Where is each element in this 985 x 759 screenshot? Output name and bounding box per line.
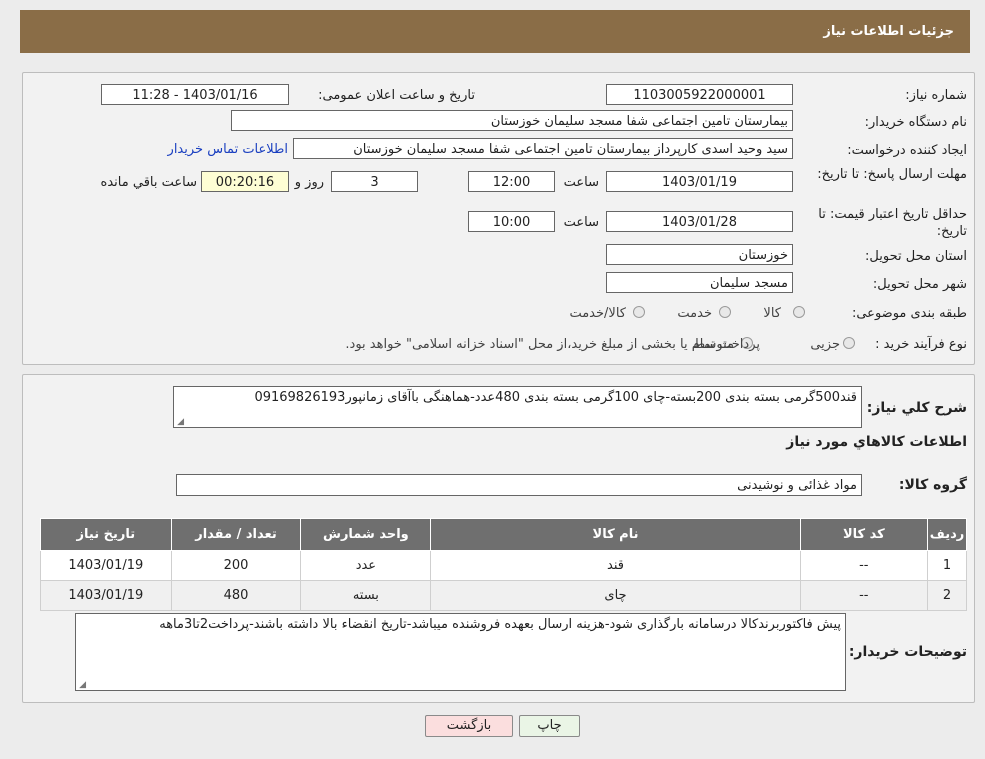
days-label: روز و [294,175,324,190]
buyer-notes-text: پیش فاکتوربرندکالا درسامانه بارگذاری شود… [159,617,841,632]
process-treasury-note: پرداخت تمام یا بخشی از مبلغ خرید،از محل … [345,337,760,352]
category-option-goods: کالا [763,306,781,321]
product-group-field: مواد غذائی و نوشیدنی [176,474,862,496]
description-textarea[interactable]: قند500گرمی بسته بندی 200بسته-چای 100گرمی… [173,386,862,428]
process-label: نوع فرآیند خرید : [875,337,967,352]
reply-deadline-label: مهلت ارسال پاسخ: تا تاریخ: [817,167,967,182]
back-button[interactable]: بازگشت [425,715,513,737]
creator-label: ایجاد کننده درخواست: [847,143,967,158]
need-number-field: 1103005922000001 [606,84,793,105]
city-label: شهر محل تحویل: [872,277,967,292]
product-group-label: گروه کالا: [898,477,967,493]
announce-label: تاریخ و ساعت اعلان عمومی: [318,88,475,103]
category-radio-goods-service[interactable] [633,306,645,318]
reply-time-field: 12:00 [468,171,555,192]
process-radio-minor[interactable] [843,337,855,349]
col-qty: تعداد / مقدار [170,518,302,551]
reply-date-field: 1403/01/19 [606,171,793,192]
col-code: کد کالا [799,518,928,551]
cell-date: 1403/01/19 [40,580,172,611]
creator-field: سید وحید اسدی کارپرداز بیمارستان تامین ا… [293,138,793,159]
cell-row: 1 [926,550,968,581]
print-button[interactable]: چاپ [519,715,580,737]
remaining-label: ساعت باقي مانده [100,175,197,190]
resize-grip-icon[interactable]: ◢ [78,681,86,690]
cell-qty: 480 [170,580,302,611]
col-unit: واحد شمارش [300,518,432,551]
remaining-time-field: 00:20:16 [201,171,289,192]
price-time-label: ساعت [563,215,599,230]
buyer-org-label: نام دستگاه خریدار: [864,115,967,130]
cell-name: قند [430,550,801,581]
description-label: شرح کلي نياز: [866,400,967,416]
table-row: 1403/01/19 480 بسته چای -- 2 [40,580,968,611]
cell-row: 2 [926,580,968,611]
col-row: ردیف [926,518,968,551]
price-validity-label: حداقل تاریخ اعتبار قیمت: تا تاریخ: [818,207,967,239]
province-field: خوزستان [606,244,793,265]
category-option-goods-service: کالا/خدمت [569,306,626,321]
reply-time-label: ساعت [563,175,599,190]
cell-unit: بسته [300,580,432,611]
description-text: قند500گرمی بسته بندی 200بسته-چای 100گرمی… [254,390,857,405]
category-label: طبقه بندی موضوعی: [851,306,967,321]
col-date: تاریخ نیاز [40,518,172,551]
buyer-org-field: بیمارستان تامین اجتماعی شفا مسجد سلیمان … [231,110,793,131]
table-header-row: تاریخ نیاز تعداد / مقدار واحد شمارش نام … [40,518,968,551]
cell-name: چای [430,580,801,611]
items-table: تاریخ نیاز تعداد / مقدار واحد شمارش نام … [40,518,968,611]
resize-grip-icon[interactable]: ◢ [176,418,184,427]
buyer-contact-link[interactable]: اطلاعات تماس خریدار [168,142,288,157]
col-name: نام کالا [430,518,801,551]
items-section-title: اطلاعات کالاهاي مورد نياز [786,434,967,450]
page-header: جزئیات اطلاعات نیاز [20,10,970,53]
buyer-notes-label: توضیحات خریدار: [848,644,967,660]
process-option-minor: جزیی [810,337,840,352]
need-number-label: شماره نیاز: [905,88,967,103]
buyer-notes-textarea[interactable]: پیش فاکتوربرندکالا درسامانه بارگذاری شود… [75,613,846,691]
announce-field: 1403/01/16 - 11:28 [101,84,289,105]
page-title: جزئیات اطلاعات نیاز [823,24,954,39]
price-time-field: 10:00 [468,211,555,232]
cell-code: -- [799,550,928,581]
price-date-field: 1403/01/28 [606,211,793,232]
category-radio-goods[interactable] [793,306,805,318]
city-field: مسجد سلیمان [606,272,793,293]
cell-date: 1403/01/19 [40,550,172,581]
category-option-service: خدمت [677,306,712,321]
table-row: 1403/01/19 200 عدد قند -- 1 [40,550,968,581]
cell-code: -- [799,580,928,611]
category-radio-service[interactable] [719,306,731,318]
province-label: استان محل تحویل: [865,249,967,264]
cell-unit: عدد [300,550,432,581]
cell-qty: 200 [170,550,302,581]
days-field: 3 [331,171,418,192]
